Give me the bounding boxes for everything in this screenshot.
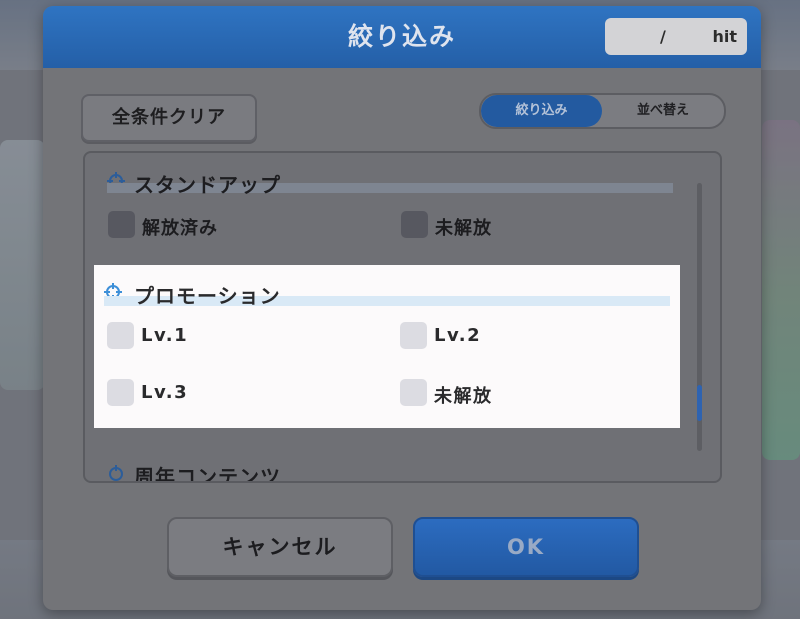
ok-button[interactable]: OK	[413, 517, 639, 577]
cancel-button[interactable]: キャンセル	[167, 517, 393, 577]
hit-count-box: / hit	[605, 18, 747, 55]
checkbox-standup-released[interactable]	[108, 211, 135, 238]
section-title: 周年コンテンツ	[134, 465, 281, 483]
checkbox-label: 未解放	[435, 218, 492, 239]
checkbox-label: 未解放	[434, 386, 493, 407]
checkbox-standup-unreleased[interactable]	[401, 211, 428, 238]
clear-all-button[interactable]: 全条件クリア	[81, 94, 257, 142]
section-anniversary: 周年コンテンツ	[85, 453, 697, 483]
checkbox-label: 解放済み	[142, 218, 218, 239]
hit-count-separator: /	[660, 27, 666, 46]
section-standup: スタンドアップ 解放済み 未解放	[85, 153, 697, 263]
checkbox-promotion-unreleased[interactable]	[400, 379, 427, 406]
tab-filter[interactable]: 絞り込み	[481, 95, 602, 127]
crosshair-icon	[109, 465, 123, 481]
section-title: プロモーション	[134, 284, 281, 308]
section-title: スタンドアップ	[134, 173, 281, 197]
checkbox-label: Lv.1	[141, 325, 189, 346]
hit-count-label: hit	[712, 27, 737, 46]
checkbox-label: Lv.2	[434, 325, 482, 346]
tab-sort[interactable]: 並べ替え	[602, 95, 724, 127]
checkbox-promotion-lv3[interactable]	[107, 379, 134, 406]
section-promotion: プロモーション Lv.1 Lv.2 Lv.3 未解放	[94, 265, 680, 428]
checkbox-label: Lv.3	[141, 382, 189, 403]
checkbox-promotion-lv2[interactable]	[400, 322, 427, 349]
filter-sort-tabs: 絞り込み 並べ替え	[479, 93, 726, 129]
checkbox-promotion-lv1[interactable]	[107, 322, 134, 349]
scrollbar-thumb[interactable]	[697, 385, 702, 421]
